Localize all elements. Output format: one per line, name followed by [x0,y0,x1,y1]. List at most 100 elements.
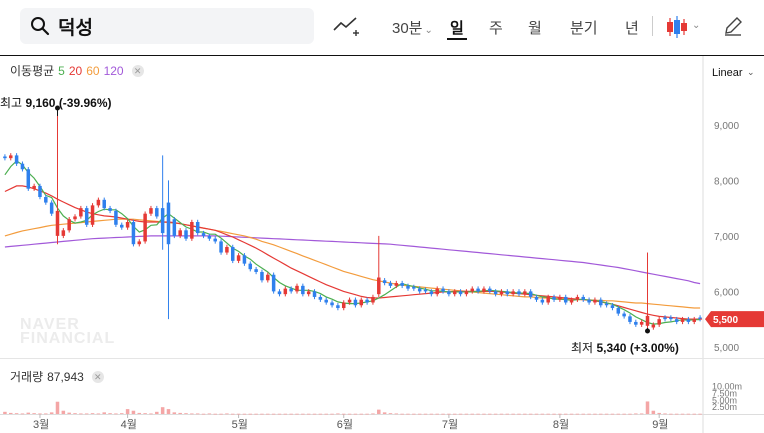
volume-bar [120,413,124,414]
candle-body [324,299,328,303]
volume-bar [423,413,428,415]
candle-body [406,285,410,289]
candle-body [260,271,264,281]
active-interval-underline [447,38,467,40]
interval-week[interactable]: 주 [489,17,503,38]
volume-bar [289,413,293,415]
volume-bar [14,413,19,414]
candle-body [563,296,568,303]
candle-body [429,291,434,295]
candle-body [651,324,656,328]
candle-body [517,291,521,295]
interval-30min[interactable]: 30분 ⌄ [392,17,433,38]
volume-legend[interactable]: 거래량 87,943 ✕ [10,368,104,385]
moving-average-legend[interactable]: 이동평균 5 20 60 120 ✕ [10,62,144,79]
volume-bar [55,401,60,414]
volume-bar [266,413,270,415]
candle-body [160,208,165,234]
scale-type-label[interactable]: Linear [712,67,743,79]
volume-bar [511,413,515,415]
x-tick-label: 9월 [652,418,668,431]
candle-body [558,296,562,300]
volume-bar [622,413,626,415]
volume-bar [67,412,71,414]
min-marker-dot [645,328,651,334]
candle-body [207,235,212,239]
volume-bar [160,407,165,414]
chevron-down-icon[interactable]: ⌄ [747,67,755,78]
search-icon [31,17,50,36]
chevron-down-icon[interactable]: ⌄ [692,20,700,31]
candle-body [674,319,679,322]
candle-body [190,222,194,239]
volume-tick-label: 2.50m [712,402,737,412]
interval-quarter[interactable]: 분기 [570,17,598,38]
volume-bar [476,413,480,415]
candle-body [114,210,118,225]
pencil-icon[interactable] [722,15,744,37]
candle-body [14,155,19,164]
volume-bar [49,412,54,414]
volume-bar [493,413,498,415]
y-tick-label: 5,000 [714,343,739,354]
volume-bar [137,412,142,414]
trend-line-icon[interactable] [332,14,360,40]
x-tick-label: 3월 [33,418,49,431]
candle-body [599,299,603,306]
interval-day[interactable]: 일 [450,17,464,38]
candle-body [254,269,258,272]
candle-body [394,283,399,286]
search-box[interactable]: 덕성 [20,8,314,44]
candle-body [102,199,106,209]
volume-bar [73,413,77,414]
candle-body [569,299,574,303]
candle-body [178,230,182,236]
candle-body [692,319,696,322]
volume-bar [412,413,416,415]
volume-bar [528,413,533,415]
candle-body [482,288,486,292]
y-tick-label: 8,000 [714,176,739,187]
volume-bar [692,413,696,415]
candle-body [96,199,101,206]
candle-body [663,317,667,320]
close-icon[interactable]: ✕ [131,64,144,77]
candle-body [312,291,317,297]
candle-body [225,246,229,253]
candle-body [125,222,130,228]
volume-bar [306,413,311,415]
interval-month[interactable]: 월 [528,17,542,38]
volume-bar [651,410,656,414]
candle-body [120,224,124,228]
watermark-logo: NAVER FINANCIAL [20,316,116,347]
interval-year[interactable]: 년 [625,17,639,38]
volume-bar [149,413,153,415]
candle-body [90,205,95,225]
volume-bar [505,413,510,415]
candle-body [336,305,340,309]
volume-bar [488,413,492,415]
volume-bar [616,413,621,415]
chart-area[interactable]: 9,0008,0007,0006,0005,00010.00m7.50m5.00… [0,56,764,433]
close-icon[interactable]: ✕ [91,370,104,383]
candlestick-type-icon[interactable] [664,14,690,40]
candle-body [575,296,580,300]
volume-bar [301,413,305,415]
candle-body [67,219,71,231]
volume-bar [464,413,469,415]
candle-body [166,202,171,245]
last-price-value: 5,500 [713,315,738,326]
x-tick-label: 6월 [337,418,353,431]
ma20-line [4,185,701,320]
volume-bar [260,413,264,415]
candle-body [499,291,504,295]
volume-bar [190,413,194,415]
volume-bar [645,401,650,414]
volume-bar [610,413,615,415]
candle-body [248,263,253,270]
candle-body [511,291,515,295]
candle-body [686,319,691,322]
candle-body [534,296,539,300]
volume-bar [347,413,352,415]
volume-bar [201,413,206,415]
